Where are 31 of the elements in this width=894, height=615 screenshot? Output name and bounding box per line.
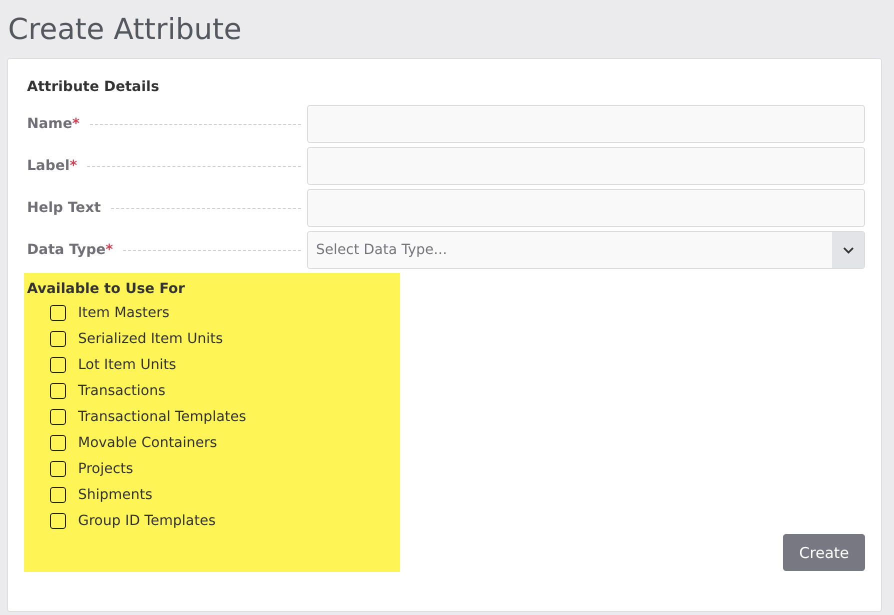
checkbox[interactable]	[50, 357, 66, 373]
option-label: Movable Containers	[78, 435, 218, 451]
checkbox[interactable]	[50, 435, 66, 451]
page-title: Create Attribute	[7, 11, 243, 48]
checkbox[interactable]	[50, 409, 66, 425]
option-label: Item Masters	[78, 305, 170, 321]
text-input-field[interactable]	[307, 147, 865, 185]
checkbox[interactable]	[50, 487, 66, 503]
availability-title: Available to Use For	[27, 281, 186, 297]
option-label: Projects	[78, 461, 134, 477]
option-label: Transactions	[78, 383, 166, 399]
section-title: Attribute Details	[27, 79, 160, 95]
text-input-field[interactable]	[307, 105, 865, 143]
checkbox[interactable]	[50, 331, 66, 347]
field-label: Help Text	[27, 200, 101, 216]
create-button[interactable]: Create	[783, 534, 865, 571]
field-label: Data Type*	[27, 242, 113, 258]
caret-icon	[842, 246, 854, 254]
checkbox[interactable]	[50, 383, 66, 399]
data-type-select[interactable]: Select Data Type...	[307, 231, 865, 269]
checkbox[interactable]	[50, 461, 66, 477]
field-label: Label*	[27, 158, 78, 174]
option-label: Group ID Templates	[78, 513, 216, 529]
checkbox[interactable]	[50, 513, 66, 529]
option-label: Serialized Item Units	[78, 331, 223, 347]
checkbox[interactable]	[50, 305, 66, 321]
field-label: Name*	[27, 116, 80, 132]
option-label: Transactional Templates	[78, 409, 246, 425]
option-label: Shipments	[78, 487, 152, 503]
text-input-field[interactable]	[307, 189, 865, 227]
option-label: Lot Item Units	[78, 357, 176, 373]
